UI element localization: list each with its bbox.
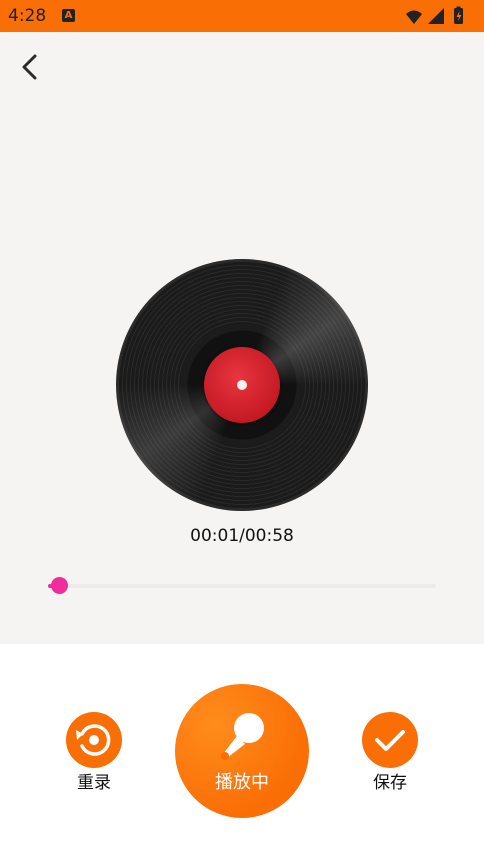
microphone-icon bbox=[221, 713, 264, 760]
progress-slider[interactable] bbox=[48, 577, 436, 594]
app-notification-icon: A bbox=[62, 9, 75, 22]
progress-thumb[interactable] bbox=[50, 577, 68, 594]
save-label: 保存 bbox=[373, 773, 407, 793]
play-record-button[interactable]: 播放中 bbox=[175, 684, 309, 818]
rerecord-label: 重录 bbox=[77, 773, 111, 793]
replay-icon bbox=[76, 724, 111, 756]
vinyl-record-image bbox=[116, 259, 368, 511]
status-bar: 4:28 A bbox=[0, 0, 484, 32]
status-time: 4:28 bbox=[8, 6, 47, 26]
check-icon bbox=[375, 730, 405, 751]
vinyl-center-hole bbox=[237, 380, 247, 390]
save-button[interactable] bbox=[362, 712, 418, 768]
play-label: 播放中 bbox=[215, 772, 269, 793]
rerecord-button[interactable] bbox=[66, 712, 122, 768]
status-icons bbox=[406, 6, 463, 24]
back-icon[interactable] bbox=[16, 52, 46, 82]
signal-icon bbox=[428, 8, 444, 24]
playback-time: 00:01/00:58 bbox=[190, 526, 294, 546]
wifi-icon bbox=[406, 10, 422, 24]
